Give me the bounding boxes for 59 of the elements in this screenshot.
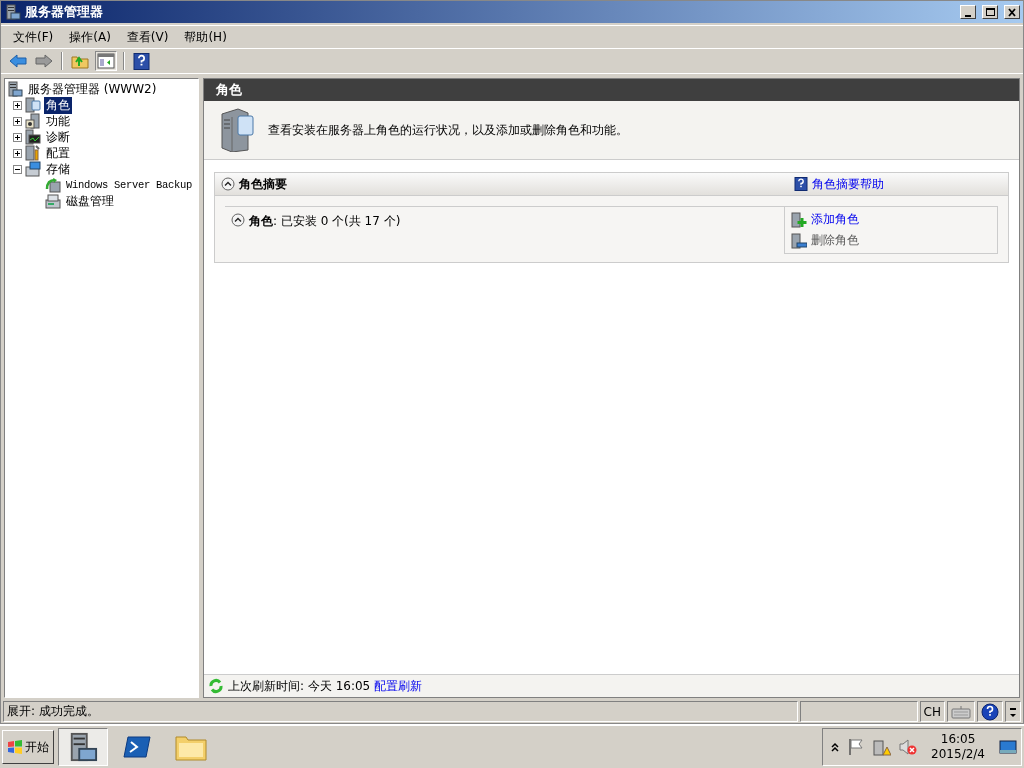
action-link[interactable]: 添加角色 xyxy=(811,211,859,228)
refresh-time-text: 上次刷新时间: 今天 16:05 xyxy=(228,677,371,695)
clock-time[interactable]: 16:05 xyxy=(940,732,976,747)
menu-item[interactable]: 文件(F) xyxy=(5,26,62,48)
tree-item[interactable]: 存储 xyxy=(44,160,72,178)
taskbar-button[interactable] xyxy=(58,728,108,766)
minimize-button[interactable] xyxy=(960,5,976,19)
server-drawing xyxy=(218,108,254,152)
folder-icon xyxy=(175,733,207,761)
app-icon xyxy=(5,4,21,20)
windows-flag-icon xyxy=(7,739,23,755)
description-text: 查看安装在服务器上角色的运行状况，以及添加或删除角色和功能。 xyxy=(268,121,628,139)
status-text: 展开: 成功完成。 xyxy=(7,703,99,720)
roles-summary-text: 角色: 已安装 0 个(共 17 个) xyxy=(249,213,401,230)
expander-icon[interactable] xyxy=(13,148,22,158)
help-circle-icon[interactable] xyxy=(981,702,999,721)
refresh-settings-link[interactable]: 配置刷新 xyxy=(374,677,423,695)
add-server-icon xyxy=(791,211,807,228)
tree-item[interactable]: 配置 xyxy=(44,144,72,162)
help-icon[interactable] xyxy=(133,52,150,70)
forward-arrow-icon[interactable] xyxy=(35,53,53,69)
tree-item[interactable]: 诊断 xyxy=(44,128,72,146)
expander-icon[interactable] xyxy=(13,116,22,126)
help-link[interactable]: 角色摘要帮助 xyxy=(812,175,884,193)
close-button[interactable] xyxy=(1004,5,1020,19)
network-warning-icon[interactable] xyxy=(873,738,892,756)
menu-item[interactable]: 帮助(H) xyxy=(176,26,235,48)
section-title: 角色摘要 xyxy=(239,175,288,193)
window-title: 服务器管理器 xyxy=(25,3,104,21)
expander-icon[interactable] xyxy=(13,132,22,142)
close-icon xyxy=(1006,6,1018,18)
pane-title: 角色 xyxy=(216,81,242,99)
speaker-muted-icon[interactable] xyxy=(899,738,918,756)
show-desktop-icon[interactable] xyxy=(999,739,1017,755)
flag-icon[interactable] xyxy=(847,738,866,756)
refresh-icon xyxy=(208,678,224,694)
expander-icon[interactable] xyxy=(13,100,22,110)
back-arrow-icon[interactable] xyxy=(9,53,27,69)
collapse-icon[interactable] xyxy=(231,213,245,227)
start-button[interactable]: 开始 xyxy=(2,730,54,764)
menu-item[interactable]: 查看(V) xyxy=(118,26,177,48)
pane-toggle-icon[interactable] xyxy=(97,53,115,69)
tree-item[interactable]: 功能 xyxy=(44,112,72,130)
expander-icon[interactable] xyxy=(13,164,22,174)
terminal-icon xyxy=(123,735,151,759)
remove-server-icon xyxy=(791,232,807,249)
menu-item[interactable]: 操作(A) xyxy=(61,26,119,48)
tree-item[interactable]: 服务器管理器 (WWW2) xyxy=(26,80,159,98)
help-icon xyxy=(794,177,808,191)
tree-item[interactable]: 磁盘管理 xyxy=(64,192,116,210)
recycle-icon xyxy=(45,177,61,193)
maximize-icon xyxy=(984,6,996,18)
tree-item[interactable]: 角色 xyxy=(44,96,72,114)
minimize-icon xyxy=(965,13,971,17)
clock-date[interactable]: 2015/2/4 xyxy=(931,747,985,762)
collapse-icon[interactable] xyxy=(221,177,235,191)
chevron-up-icon[interactable] xyxy=(831,742,840,752)
maximize-button[interactable] xyxy=(982,5,998,19)
tree-item[interactable]: Windows Server Backup xyxy=(64,179,195,191)
